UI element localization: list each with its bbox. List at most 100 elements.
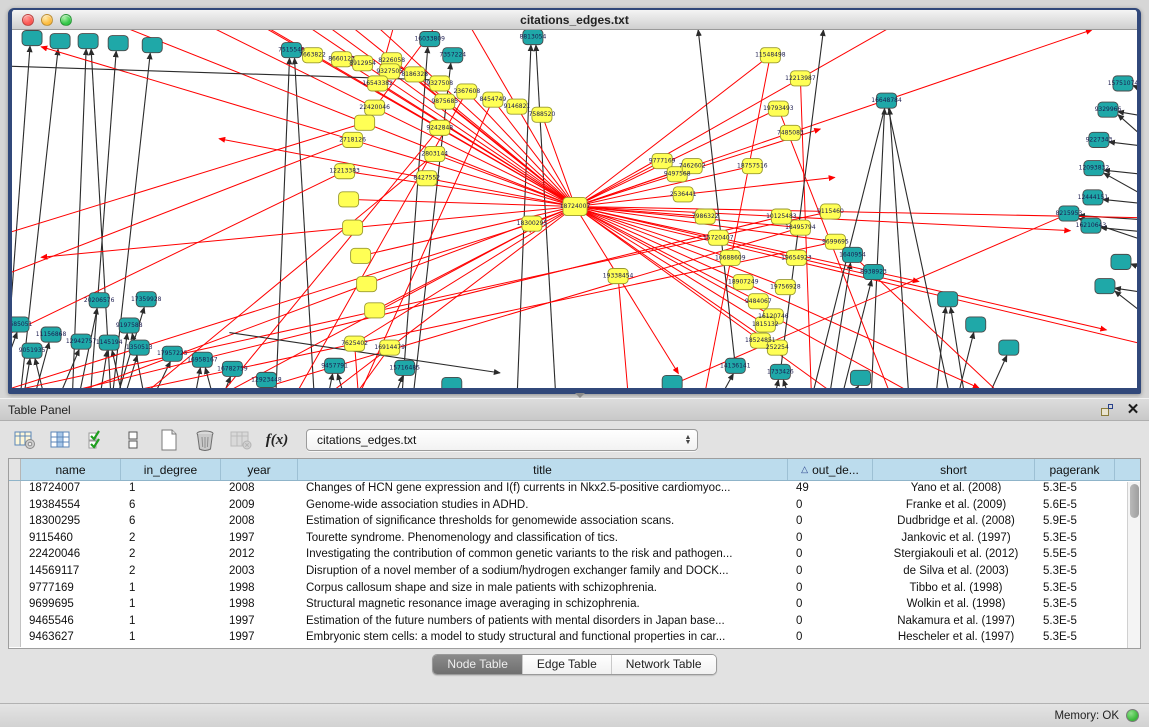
table-cell[interactable]: Nakamura et al. (1997) bbox=[873, 614, 1035, 631]
table-cell[interactable]: 2 bbox=[121, 564, 221, 581]
graph-node[interactable] bbox=[142, 38, 162, 53]
table-row[interactable]: 1938455462009Genome-wide association stu… bbox=[9, 498, 1140, 515]
table-cell[interactable]: 5.3E-5 bbox=[1035, 481, 1115, 498]
table-cell[interactable]: Structural magnetic resonance image aver… bbox=[298, 597, 788, 614]
table-cell[interactable]: 18724007 bbox=[21, 481, 121, 498]
table-cell[interactable]: Franke et al. (2009) bbox=[873, 498, 1035, 515]
table-cell[interactable]: 2008 bbox=[221, 514, 298, 531]
tab-node-table[interactable]: Node Table bbox=[433, 655, 523, 674]
table-row[interactable]: 2242004622012Investigating the contribut… bbox=[9, 547, 1140, 564]
table-row[interactable]: 946554611997Estimation of the future num… bbox=[9, 614, 1140, 631]
table-row[interactable]: 911546021997Tourette syndrome. Phenomeno… bbox=[9, 531, 1140, 548]
table-cell[interactable]: 9465546 bbox=[21, 614, 121, 631]
table-cell[interactable]: Hescheler et al. (1997) bbox=[873, 630, 1035, 647]
table-cell[interactable]: 6 bbox=[121, 498, 221, 515]
table-cell[interactable]: Estimation of the future numbers of pati… bbox=[298, 614, 788, 631]
table-cell[interactable]: 5.3E-5 bbox=[1035, 581, 1115, 598]
table-cell[interactable]: 2008 bbox=[221, 481, 298, 498]
table-cell[interactable]: de Silva et al. (2003) bbox=[873, 564, 1035, 581]
table-cell[interactable]: 5.9E-5 bbox=[1035, 514, 1115, 531]
table-cell[interactable]: 18300295 bbox=[21, 514, 121, 531]
table-cell[interactable]: 1 bbox=[121, 481, 221, 498]
column-header-pagerank[interactable]: pagerank bbox=[1035, 459, 1115, 480]
table-cell[interactable]: Jankovic et al. (1997) bbox=[873, 531, 1035, 548]
table-cell[interactable]: 0 bbox=[788, 498, 873, 515]
table-cell[interactable]: 5.3E-5 bbox=[1035, 564, 1115, 581]
table-cell[interactable]: 2003 bbox=[221, 564, 298, 581]
table-cell[interactable]: Investigating the contribution of common… bbox=[298, 547, 788, 564]
column-header-title[interactable]: title bbox=[298, 459, 788, 480]
table-cell[interactable]: 0 bbox=[788, 531, 873, 548]
graph-node[interactable] bbox=[343, 220, 363, 235]
table-cell[interactable]: 5.5E-5 bbox=[1035, 547, 1115, 564]
table-cell[interactable]: 1 bbox=[121, 581, 221, 598]
table-cell[interactable]: 5.3E-5 bbox=[1035, 614, 1115, 631]
table-cell[interactable]: 9463627 bbox=[21, 630, 121, 647]
table-cell[interactable]: 49 bbox=[788, 481, 873, 498]
select-column-icon[interactable] bbox=[48, 428, 74, 452]
table-cell[interactable]: Genome-wide association studies in ADHD. bbox=[298, 498, 788, 515]
table-cell[interactable]: 0 bbox=[788, 630, 873, 647]
table-cell[interactable]: 5.3E-5 bbox=[1035, 597, 1115, 614]
graph-node[interactable] bbox=[357, 277, 377, 292]
table-row[interactable]: 946362711997Embryonic stem cells: a mode… bbox=[9, 630, 1140, 647]
graph-node[interactable] bbox=[850, 370, 870, 385]
graph-node[interactable] bbox=[365, 303, 385, 318]
table-cell[interactable]: Corpus callosum shape and size in male p… bbox=[298, 581, 788, 598]
tab-network-table[interactable]: Network Table bbox=[612, 655, 716, 674]
table-cell[interactable]: Dudbridge et al. (2008) bbox=[873, 514, 1035, 531]
graph-node[interactable] bbox=[1095, 279, 1115, 294]
table-cell[interactable]: 19384554 bbox=[21, 498, 121, 515]
splitter-grip-icon[interactable] bbox=[575, 393, 585, 398]
table-cell[interactable]: 5.3E-5 bbox=[1035, 630, 1115, 647]
graph-node[interactable] bbox=[355, 115, 375, 130]
function-builder-icon[interactable]: f(x) bbox=[264, 428, 290, 452]
table-cell[interactable]: 14569117 bbox=[21, 564, 121, 581]
new-document-icon[interactable] bbox=[156, 428, 182, 452]
table-cell[interactable]: 1998 bbox=[221, 581, 298, 598]
table-cell[interactable]: 9777169 bbox=[21, 581, 121, 598]
table-settings-icon[interactable] bbox=[12, 428, 38, 452]
column-header-name[interactable]: name bbox=[21, 459, 121, 480]
graph-node[interactable] bbox=[662, 375, 682, 388]
table-row[interactable]: 977716911998Corpus callosum shape and si… bbox=[9, 581, 1140, 598]
table-cell[interactable]: Disruption of a novel member of a sodium… bbox=[298, 564, 788, 581]
table-row[interactable]: 1872400712008Changes of HCN gene express… bbox=[9, 481, 1140, 498]
graph-node[interactable] bbox=[22, 31, 42, 46]
graph-node[interactable] bbox=[966, 317, 986, 332]
table-row[interactable]: 969969511998Structural magnetic resonanc… bbox=[9, 597, 1140, 614]
column-header-year[interactable]: year bbox=[221, 459, 298, 480]
table-cell[interactable]: 2 bbox=[121, 547, 221, 564]
table-cell[interactable]: 0 bbox=[788, 614, 873, 631]
table-cell[interactable]: 2009 bbox=[221, 498, 298, 515]
table-cell[interactable]: 0 bbox=[788, 547, 873, 564]
graph-node[interactable] bbox=[1111, 254, 1131, 269]
table-cell[interactable]: Estimation of significance thresholds fo… bbox=[298, 514, 788, 531]
float-window-icon[interactable] bbox=[1099, 402, 1115, 418]
citation-network-graph[interactable]: 1872400718300295766382286601238912954822… bbox=[12, 30, 1137, 388]
graph-node[interactable] bbox=[938, 292, 958, 307]
network-window-titlebar[interactable]: citations_edges.txt bbox=[12, 10, 1137, 30]
column-header-short[interactable]: short bbox=[873, 459, 1035, 480]
zoom-window-icon[interactable] bbox=[60, 14, 72, 26]
scrollbar-thumb[interactable] bbox=[1130, 484, 1139, 518]
table-cell[interactable]: 9115460 bbox=[21, 531, 121, 548]
table-cell[interactable]: 1997 bbox=[221, 630, 298, 647]
column-header-in_degree[interactable]: in_degree bbox=[121, 459, 221, 480]
table-cell[interactable]: 1 bbox=[121, 614, 221, 631]
table-cell[interactable]: 1997 bbox=[221, 531, 298, 548]
table-cell[interactable]: 1998 bbox=[221, 597, 298, 614]
table-cell[interactable]: 22420046 bbox=[21, 547, 121, 564]
table-cell[interactable]: Changes of HCN gene expression and I(f) … bbox=[298, 481, 788, 498]
table-cell[interactable]: 0 bbox=[788, 597, 873, 614]
delete-trash-icon[interactable] bbox=[192, 428, 218, 452]
graph-node[interactable] bbox=[50, 34, 70, 49]
row-height-icon[interactable] bbox=[120, 428, 146, 452]
table-cell[interactable]: 0 bbox=[788, 514, 873, 531]
graph-node[interactable] bbox=[339, 192, 359, 207]
table-cell[interactable]: 0 bbox=[788, 564, 873, 581]
table-cell[interactable]: 9699695 bbox=[21, 597, 121, 614]
graph-node[interactable] bbox=[78, 34, 98, 49]
table-cell[interactable]: 1997 bbox=[221, 614, 298, 631]
close-panel-icon[interactable]: ✕ bbox=[1125, 402, 1141, 418]
